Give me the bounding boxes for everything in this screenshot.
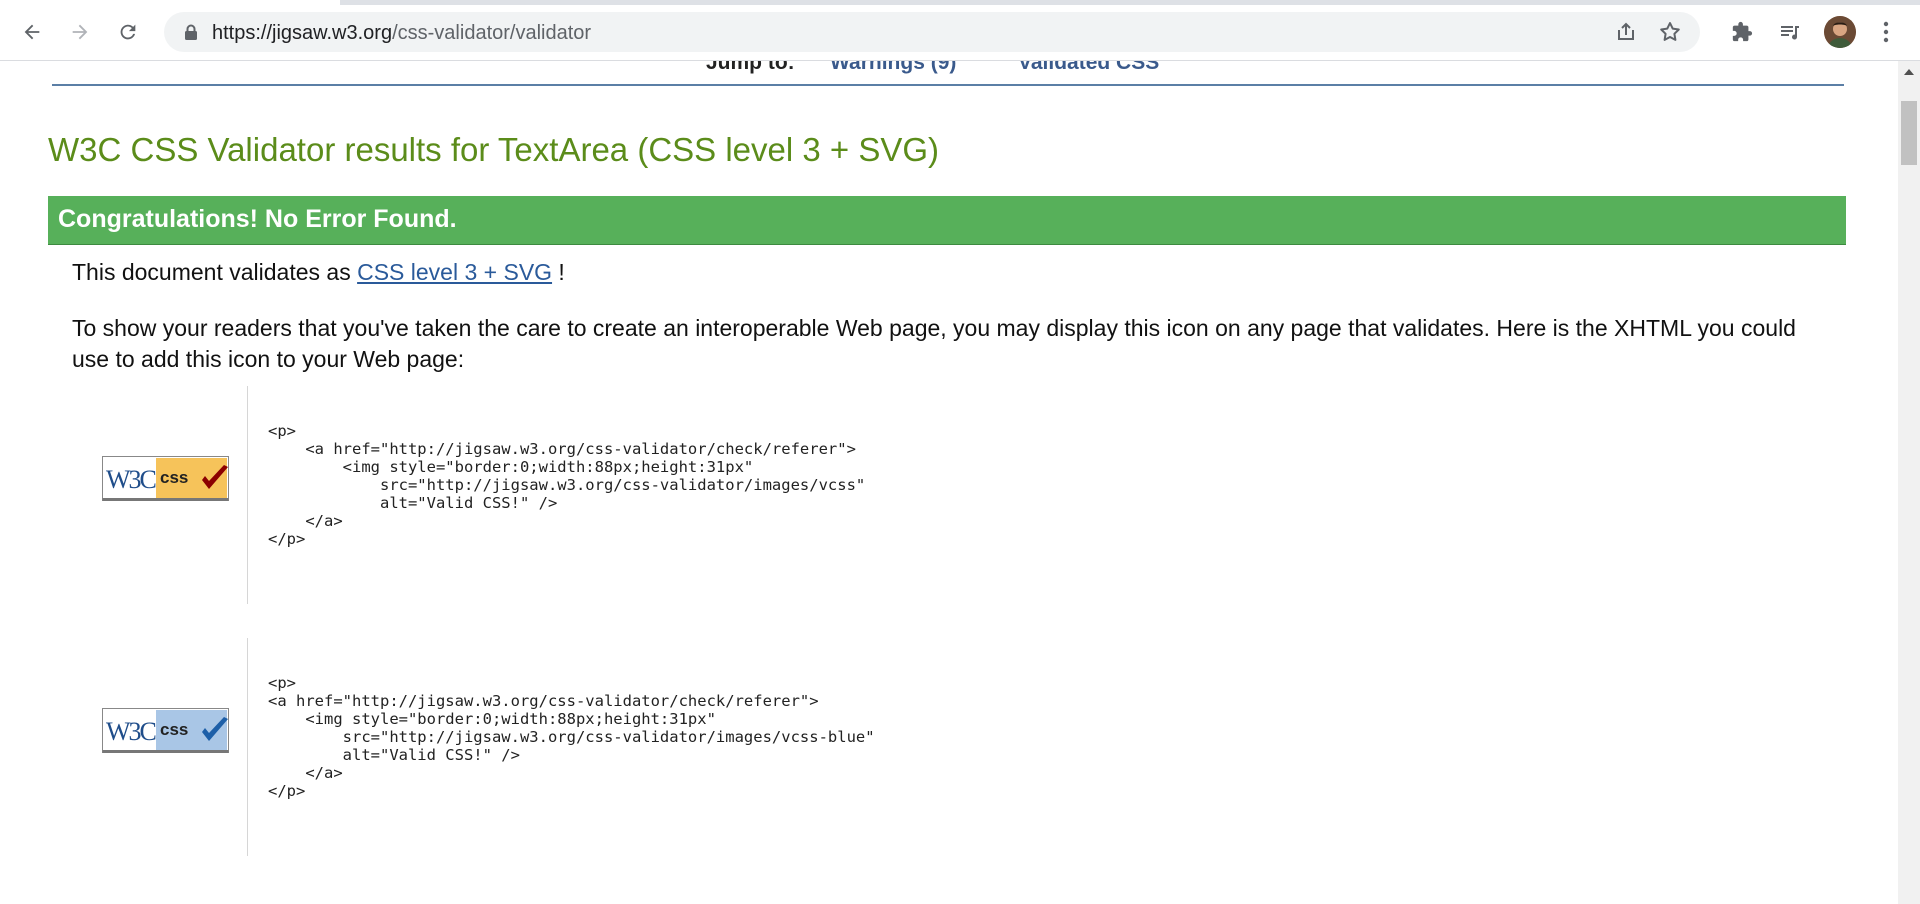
- star-icon[interactable]: [1658, 20, 1682, 49]
- browser-toolbar: https://jigsaw.w3.org/css-validator/vali…: [0, 0, 1920, 61]
- divider: [52, 84, 1844, 86]
- badge-block-gold: W3C css <p> <a href="http://jigsaw.w3.or…: [72, 386, 1852, 604]
- reload-icon[interactable]: [110, 14, 146, 50]
- url-text[interactable]: https://jigsaw.w3.org/css-validator/vali…: [212, 22, 591, 45]
- jump-label: Jump to:: [706, 61, 795, 74]
- validated-css-link[interactable]: Validated CSS: [1018, 61, 1159, 75]
- back-arrow-icon[interactable]: [14, 14, 50, 50]
- share-icon[interactable]: [1614, 20, 1638, 49]
- badge-w3c-text: W3C: [106, 717, 156, 746]
- jump-bar: Jump to: Warnings (9) Validated CSS: [0, 61, 1898, 81]
- scroll-up-arrow-icon[interactable]: [1904, 69, 1914, 75]
- page-title: W3C CSS Validator results for TextArea (…: [48, 131, 940, 168]
- badge-block-blue: W3C css <p> <a href="http://jigsaw.w3.or…: [72, 638, 1852, 856]
- forward-arrow-icon[interactable]: [62, 14, 98, 50]
- badge-instructions: To show your readers that you've taken t…: [72, 315, 1796, 372]
- css-profile-link[interactable]: CSS level 3 + SVG: [357, 259, 552, 285]
- puzzle-icon[interactable]: [1724, 14, 1760, 50]
- warnings-link[interactable]: Warnings (9): [830, 61, 956, 75]
- badge-code-gold: <p> <a href="http://jigsaw.w3.org/css-va…: [268, 422, 866, 548]
- vertical-scrollbar[interactable]: [1898, 61, 1920, 904]
- tab-strip: [0, 0, 1920, 5]
- badge-code-blue: <p> <a href="http://jigsaw.w3.org/css-va…: [268, 674, 875, 800]
- kebab-menu-icon[interactable]: [1868, 14, 1904, 50]
- lock-icon[interactable]: [184, 24, 198, 45]
- badge-w3c-text: W3C: [106, 465, 156, 494]
- success-banner: Congratulations! No Error Found.: [48, 196, 1846, 245]
- avatar[interactable]: [1824, 16, 1856, 48]
- success-message: Congratulations! No Error Found.: [58, 205, 457, 233]
- valid-css-badge-blue: W3C css: [102, 708, 232, 754]
- page-viewport: Jump to: Warnings (9) Validated CSS W3C …: [0, 61, 1898, 904]
- media-queue-icon[interactable]: [1772, 14, 1808, 50]
- scroll-thumb[interactable]: [1901, 101, 1917, 165]
- valid-css-badge-gold: W3C css: [102, 456, 232, 502]
- validates-text: This document validates as CSS level 3 +…: [72, 259, 565, 285]
- badge-css-text: css: [160, 468, 188, 487]
- badge-css-text: css: [160, 720, 188, 739]
- address-bar[interactable]: https://jigsaw.w3.org/css-validator/vali…: [164, 12, 1700, 52]
